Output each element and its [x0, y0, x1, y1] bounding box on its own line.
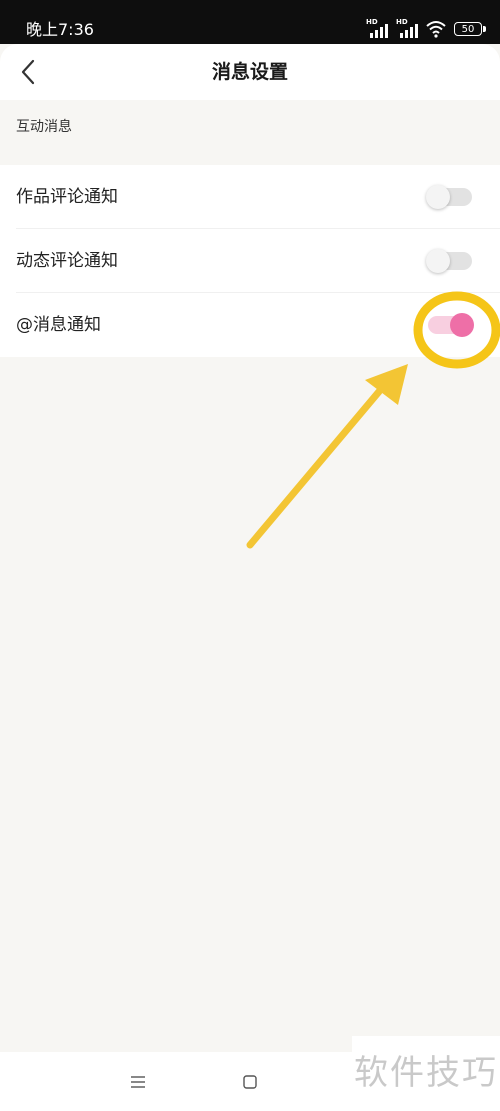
signal-icon: HD	[396, 18, 418, 38]
setting-row-work-comments: 作品评论通知	[0, 165, 500, 229]
pointer-arrowhead	[365, 364, 408, 405]
setting-row-mention: @消息通知	[0, 293, 500, 357]
menu-button[interactable]	[126, 1070, 150, 1094]
status-bar: 晚上7:36 HD HD 50	[0, 0, 500, 44]
work-comments-toggle[interactable]	[426, 185, 472, 209]
watermark: 软件技巧	[352, 1036, 500, 1111]
post-comments-toggle[interactable]	[426, 249, 472, 273]
setting-row-post-comments: 动态评论通知	[0, 229, 500, 293]
wifi-icon	[426, 21, 446, 38]
toggle-knob	[426, 185, 450, 209]
pointer-arrow-shaft	[246, 384, 386, 549]
battery-icon: 50	[454, 22, 486, 36]
home-square-icon	[243, 1075, 257, 1089]
home-button[interactable]	[238, 1070, 262, 1094]
status-time: 晚上7:36	[26, 20, 94, 39]
setting-label: @消息通知	[16, 315, 101, 335]
setting-label: 作品评论通知	[16, 187, 118, 207]
setting-label: 动态评论通知	[16, 251, 118, 271]
signal-icon: HD	[366, 18, 388, 38]
settings-list: 作品评论通知 动态评论通知 @消息通知	[0, 165, 500, 357]
mention-toggle[interactable]	[428, 313, 474, 337]
status-icons: HD HD 50	[366, 17, 486, 41]
page-title: 消息设置	[211, 61, 288, 83]
toggle-knob	[426, 249, 450, 273]
toggle-knob	[450, 313, 474, 337]
menu-icon	[131, 1076, 145, 1088]
section-title: 互动消息	[16, 119, 72, 135]
header: 消息设置	[0, 44, 500, 100]
